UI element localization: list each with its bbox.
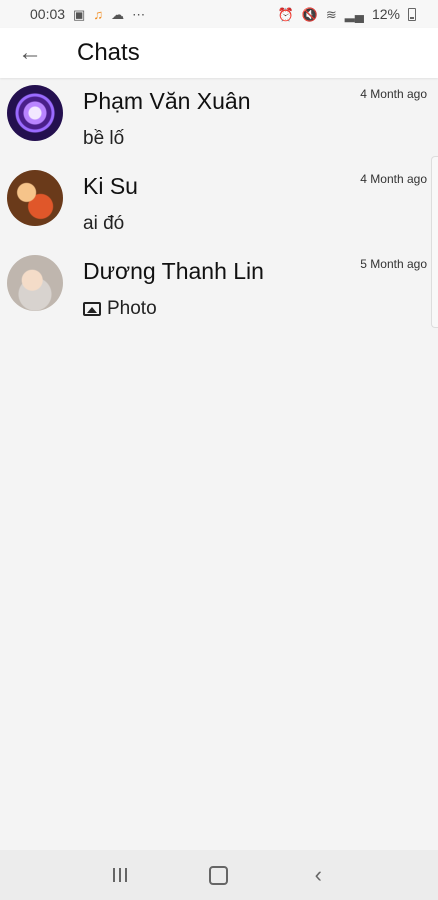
status-bar: 00:03 ▣ ♫ ☁ ⋯ ⏰ 🔇 ≋ ▂▄ 12% — [0, 0, 438, 28]
chat-preview-text: bề lố — [83, 128, 125, 149]
signal-icon: ▂▄ — [344, 6, 364, 22]
chat-item[interactable]: Dương Thanh Lin Photo 5 Month ago — [0, 250, 438, 335]
home-icon — [209, 865, 229, 885]
chat-name: Dương Thanh Lin — [83, 258, 264, 284]
more-notifications-icon: ⋯ — [132, 6, 146, 22]
chat-name: Ki Su — [83, 173, 138, 199]
system-nav-bar: ‹ — [0, 850, 438, 900]
status-left: 00:03 ▣ ♫ ☁ ⋯ — [30, 6, 145, 22]
status-time: 00:03 — [30, 6, 66, 22]
chat-item[interactable]: Ki Su ai đó 4 Month ago — [0, 165, 438, 250]
gallery-icon: ▣ — [73, 6, 86, 22]
status-right: ⏰ 🔇 ≋ ▂▄ 12% — [277, 6, 416, 22]
chat-preview: bề lố — [83, 128, 124, 150]
chat-preview-text: Photo — [107, 298, 157, 319]
back-button[interactable]: ← — [0, 28, 60, 78]
chat-item[interactable]: Phạm Văn Xuân bề lố 4 Month ago — [0, 80, 438, 165]
chevron-left-icon: ‹ — [314, 862, 322, 887]
page-title: Chats — [77, 39, 140, 66]
home-button[interactable] — [199, 855, 239, 895]
chat-time: 4 Month ago — [360, 172, 427, 186]
chat-name: Phạm Văn Xuân — [83, 88, 251, 114]
chat-preview: Photo — [83, 298, 157, 320]
alarm-icon: ⏰ — [277, 6, 294, 22]
photo-icon — [83, 302, 101, 316]
recents-button[interactable] — [100, 855, 140, 895]
arrow-left-icon: ← — [18, 39, 42, 66]
wifi-icon: ≋ — [325, 6, 337, 22]
chat-preview: ai đó — [83, 213, 124, 235]
headphones-icon: ♫ — [93, 6, 104, 22]
avatar[interactable] — [7, 255, 63, 311]
app-bar: ← Chats — [0, 28, 438, 78]
recents-icon — [112, 868, 127, 882]
avatar[interactable] — [7, 85, 63, 141]
system-back-button[interactable]: ‹ — [298, 855, 338, 895]
avatar[interactable] — [7, 170, 63, 226]
chat-time: 4 Month ago — [360, 87, 427, 101]
cloud-icon: ☁ — [111, 6, 125, 22]
mute-icon: 🔇 — [301, 6, 318, 22]
battery-icon — [408, 7, 416, 21]
battery-percent: 12% — [371, 6, 400, 22]
chat-list: Phạm Văn Xuân bề lố 4 Month ago Ki Su ai… — [0, 80, 438, 335]
chat-time: 5 Month ago — [360, 257, 427, 271]
chat-preview-text: ai đó — [83, 213, 125, 234]
scroll-handle[interactable] — [431, 156, 438, 328]
